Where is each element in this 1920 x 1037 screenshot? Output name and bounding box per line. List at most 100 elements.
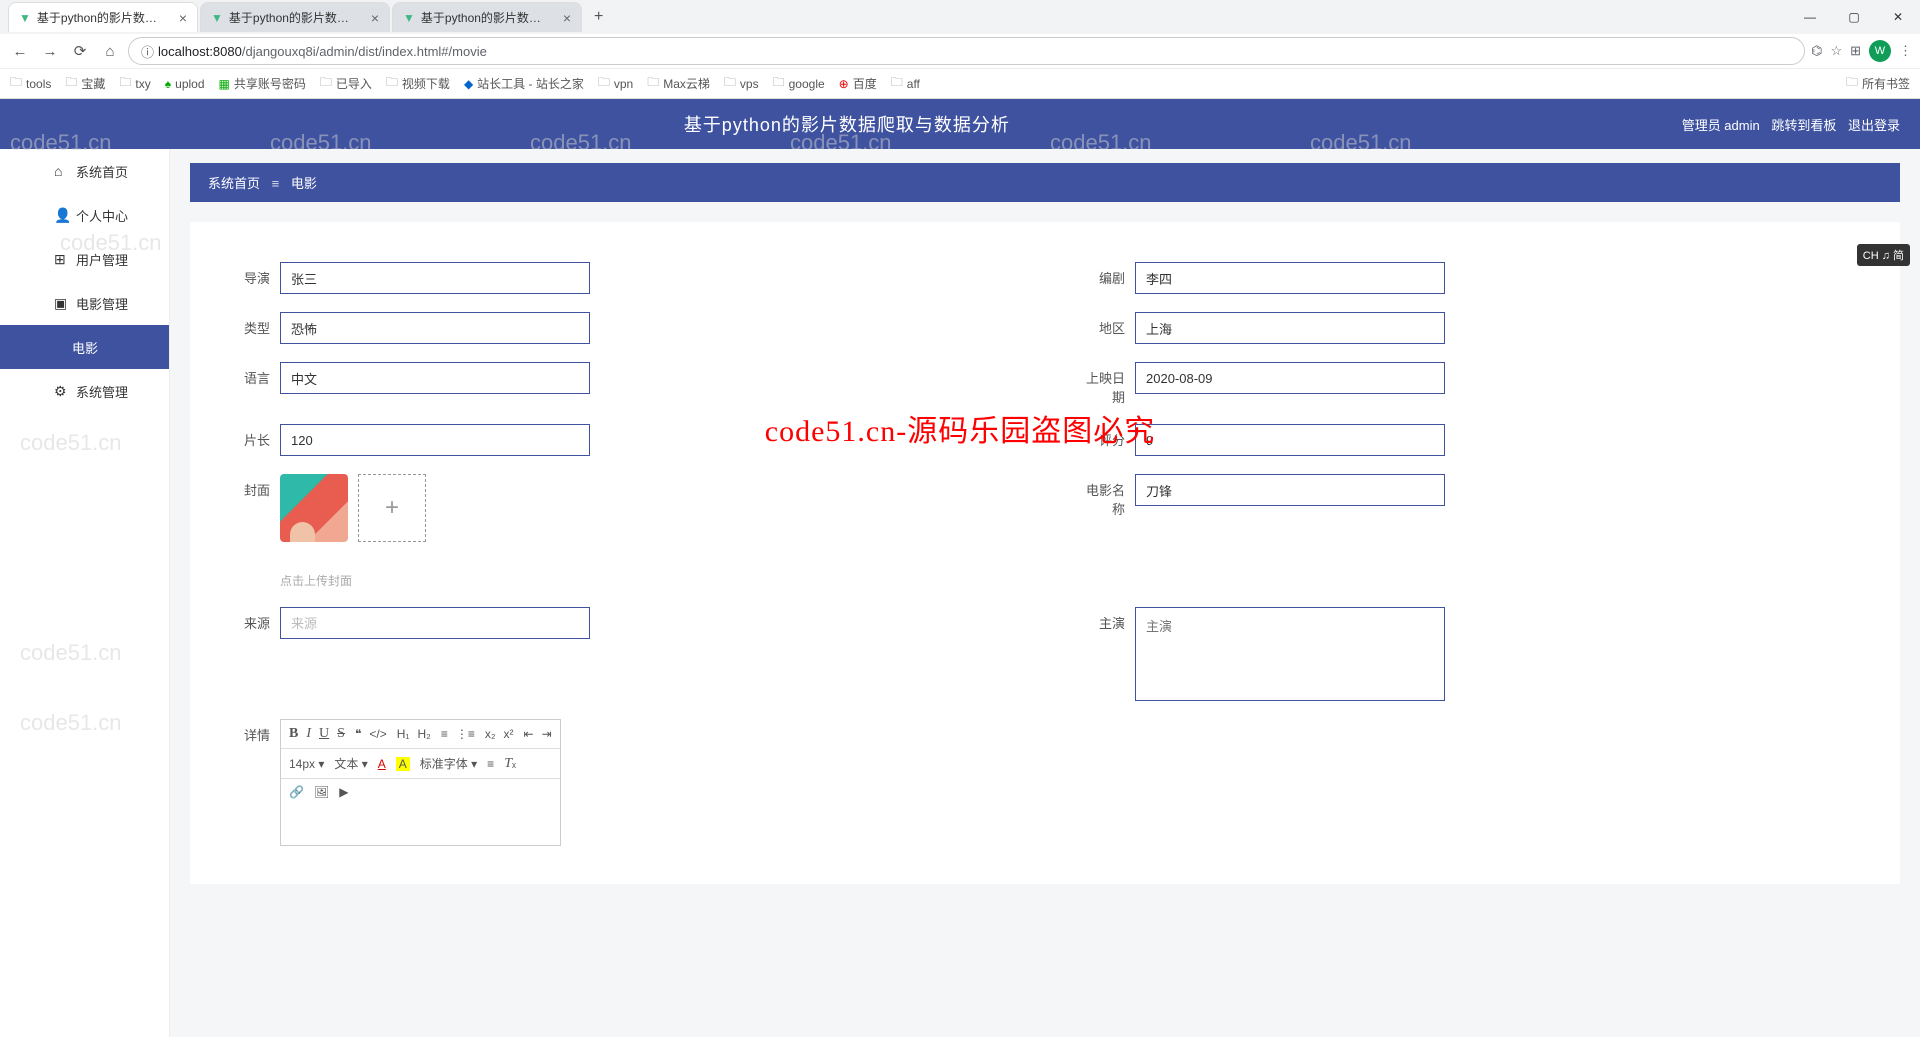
bookmark-folder[interactable]: 🗀vpn: [598, 73, 633, 94]
bookmark-folder[interactable]: 🗀aff: [891, 73, 920, 94]
code-button[interactable]: </>: [369, 727, 386, 741]
sidebar-item-movie[interactable]: 电影: [0, 325, 169, 369]
input-type[interactable]: [280, 312, 590, 344]
input-duration[interactable]: [280, 424, 590, 456]
extensions-icon[interactable]: ⊞: [1850, 43, 1861, 59]
input-movie-name[interactable]: [1135, 474, 1445, 506]
field-language: 语言: [220, 362, 1015, 406]
settings-icon: ⚙: [54, 383, 67, 400]
close-window-button[interactable]: ✕: [1876, 10, 1920, 24]
bookmark-folder[interactable]: 🗀vps: [724, 73, 759, 94]
bookmark-item[interactable]: ⊕百度: [839, 75, 877, 92]
cover-thumbnail[interactable]: [280, 474, 348, 542]
close-icon[interactable]: ×: [179, 10, 187, 26]
field-cover: 封面 + 点击上传封面: [220, 474, 1015, 589]
underline-button[interactable]: U: [319, 726, 329, 742]
bookmark-folder[interactable]: 🗀已导入: [320, 73, 372, 94]
profile-avatar[interactable]: W: [1869, 40, 1891, 62]
translate-icon[interactable]: ⌬: [1811, 43, 1822, 59]
browser-tab-1[interactable]: ▼ 基于python的影片数据爬取与 ×: [200, 2, 390, 32]
browser-tab-2[interactable]: ▼ 基于python的影片数据爬取与 ×: [392, 2, 582, 32]
browser-tab-0[interactable]: ▼ 基于python的影片数据爬取与 ×: [8, 2, 198, 32]
editor-body[interactable]: [281, 805, 560, 845]
new-tab-button[interactable]: +: [584, 8, 613, 26]
field-writer: 编剧: [1075, 262, 1870, 294]
label-writer: 编剧: [1075, 262, 1135, 287]
ul-button[interactable]: ⋮≡: [456, 727, 475, 741]
align-button[interactable]: ≡: [487, 757, 494, 771]
input-writer[interactable]: [1135, 262, 1445, 294]
video-button[interactable]: ▶: [339, 785, 348, 799]
input-source[interactable]: [280, 607, 590, 639]
field-detail: 详情 B I U S ❝ </>: [220, 719, 1870, 846]
image-button[interactable]: 🖼: [314, 785, 329, 799]
input-language[interactable]: [280, 362, 590, 394]
bookmark-folder[interactable]: 🗀视频下载: [386, 73, 450, 94]
input-release[interactable]: [1135, 362, 1445, 394]
minimize-button[interactable]: —: [1788, 10, 1832, 24]
bg-color-button[interactable]: A: [396, 757, 410, 771]
browser-chrome: ▼ 基于python的影片数据爬取与 × ▼ 基于python的影片数据爬取与 …: [0, 0, 1920, 99]
quote-button[interactable]: ❝: [355, 727, 361, 741]
bookmark-folder[interactable]: 🗀tools: [10, 73, 51, 94]
editor-toolbar-2: 14px ▾ 文本 ▾ A A 标准字体 ▾ ≡ Tₓ: [281, 749, 560, 779]
close-icon[interactable]: ×: [371, 10, 379, 26]
sidebar-item-movie-mgmt[interactable]: ▣电影管理: [0, 281, 169, 325]
all-bookmarks[interactable]: 🗀所有书签: [1846, 73, 1910, 94]
breadcrumb-home[interactable]: 系统首页: [208, 176, 260, 191]
bookmark-folder[interactable]: 🗀宝藏: [65, 73, 105, 94]
h2-button[interactable]: H₂: [417, 727, 430, 741]
bookmark-folder[interactable]: 🗀txy: [119, 73, 150, 94]
textarea-actors[interactable]: [1135, 607, 1445, 701]
bookmark-item[interactable]: ◆站长工具 - 站长之家: [464, 75, 584, 92]
bold-button[interactable]: B: [289, 726, 298, 742]
sidebar-item-home[interactable]: ⌂系统首页: [0, 149, 169, 193]
italic-button[interactable]: I: [306, 726, 311, 742]
bookmark-item[interactable]: ♠uplod: [165, 77, 205, 91]
bookmark-folder[interactable]: 🗀Max云梯: [647, 73, 710, 94]
link-button[interactable]: 🔗: [289, 785, 304, 799]
home-button[interactable]: ⌂: [98, 43, 122, 60]
menu-icon[interactable]: ⋮: [1899, 43, 1912, 59]
font-color-button[interactable]: A: [378, 757, 386, 771]
h1-button[interactable]: H₁: [397, 727, 410, 741]
bookmark-item[interactable]: ▦共享账号密码: [219, 75, 306, 92]
sup-button[interactable]: x²: [504, 727, 514, 741]
label-score: 评分: [1075, 424, 1135, 449]
bookmark-folder[interactable]: 🗀google: [773, 73, 825, 94]
input-director[interactable]: [280, 262, 590, 294]
indent-out-button[interactable]: ⇤: [524, 727, 534, 741]
jump-dashboard-link[interactable]: 跳转到看板: [1771, 118, 1836, 133]
reload-button[interactable]: ⟳: [68, 42, 92, 60]
label-source: 来源: [220, 607, 280, 632]
ime-indicator[interactable]: CH ♫ 简: [1857, 244, 1910, 266]
add-cover-button[interactable]: +: [358, 474, 426, 542]
ol-button[interactable]: ≡: [441, 727, 448, 741]
font-type-select[interactable]: 文本 ▾: [334, 755, 367, 772]
sidebar-item-sys-mgmt[interactable]: ⚙系统管理: [0, 369, 169, 413]
bookmark-star-icon[interactable]: ☆: [1830, 43, 1842, 59]
close-icon[interactable]: ×: [563, 10, 571, 26]
maximize-button[interactable]: ▢: [1832, 10, 1876, 24]
strike-button[interactable]: S: [337, 726, 345, 742]
window-controls: — ▢ ✕: [1788, 10, 1920, 24]
home-icon: ⌂: [54, 163, 62, 179]
font-size-select[interactable]: 14px ▾: [289, 757, 324, 771]
forward-button[interactable]: →: [38, 43, 62, 60]
sub-button[interactable]: x₂: [485, 727, 496, 741]
app-header: 基于python的影片数据爬取与数据分析 管理员 admin 跳转到看板 退出登…: [0, 99, 1920, 149]
address-bar[interactable]: ⓘ localhost:8080/djangouxq8i/admin/dist/…: [128, 37, 1805, 65]
tab-title: 基于python的影片数据爬取与: [421, 9, 553, 26]
label-actors: 主演: [1075, 607, 1135, 632]
font-family-select[interactable]: 标准字体 ▾: [420, 755, 477, 772]
back-button[interactable]: ←: [8, 43, 32, 60]
sidebar-item-user-mgmt[interactable]: ⊞用户管理: [0, 237, 169, 281]
indent-in-button[interactable]: ⇥: [542, 727, 552, 741]
input-region[interactable]: [1135, 312, 1445, 344]
logout-link[interactable]: 退出登录: [1848, 118, 1900, 133]
input-score[interactable]: [1135, 424, 1445, 456]
clear-format-button[interactable]: Tₓ: [504, 756, 516, 772]
label-release: 上映日期: [1075, 362, 1135, 406]
site-info-icon[interactable]: ⓘ: [141, 42, 154, 61]
sidebar-item-personal[interactable]: 👤个人中心: [0, 193, 169, 237]
